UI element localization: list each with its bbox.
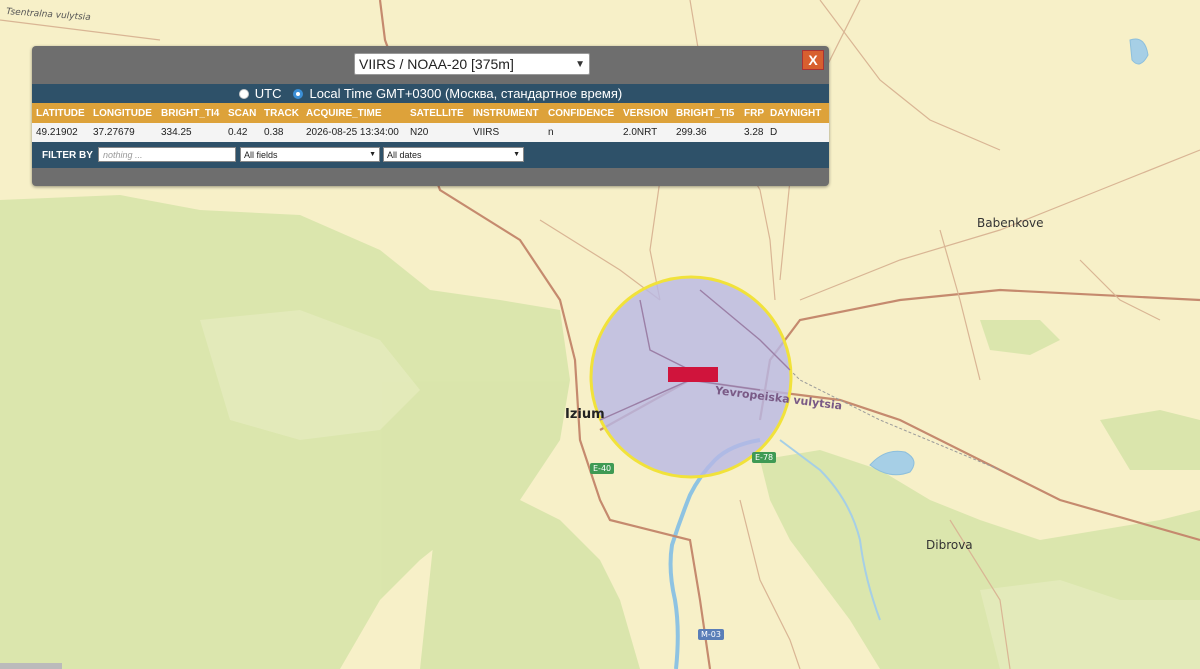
filter-label: FILTER BY [42, 149, 93, 161]
local-time-label: Local Time GMT+0300 (Москва, стандартное… [309, 86, 623, 101]
time-zone-bar: UTC Local Time GMT+0300 (Москва, стандар… [32, 84, 829, 103]
dataset-select-value: VIIRS / NOAA-20 [375m] [359, 56, 514, 72]
utc-radio[interactable] [238, 88, 249, 99]
field-select-value: All fields [244, 149, 278, 160]
cell-version: 2.0NRT [623, 127, 658, 138]
col-version[interactable]: VERSION [623, 103, 668, 123]
close-button[interactable]: X [802, 50, 824, 70]
date-select[interactable]: All dates ▼ [383, 147, 524, 162]
col-confidence[interactable]: CONFIDENCE [548, 103, 614, 123]
local-time-radio[interactable] [293, 88, 304, 99]
col-daynight[interactable]: DAYNIGHT [770, 103, 821, 123]
fire-info-panel: VIIRS / NOAA-20 [375m] ▼ X UTC Local Tim… [32, 46, 829, 186]
col-frp[interactable]: FRP [744, 103, 764, 123]
col-track[interactable]: TRACK [264, 103, 299, 123]
dataset-select[interactable]: VIIRS / NOAA-20 [375m] ▼ [354, 53, 590, 75]
col-acquire-time[interactable]: ACQUIRE_TIME [306, 103, 382, 123]
table-row[interactable]: 49.21902 37.27679 334.25 0.42 0.38 2026-… [32, 123, 829, 142]
shield-m03: M-03 [698, 629, 724, 640]
cell-track: 0.38 [264, 127, 284, 138]
place-dibrova: Dibrova [926, 538, 973, 552]
fire-detection-marker [668, 367, 718, 382]
utc-label: UTC [254, 86, 282, 101]
place-babenkove: Babenkove [977, 216, 1044, 230]
cell-satellite: N20 [410, 127, 429, 138]
col-latitude[interactable]: LATITUDE [36, 103, 85, 123]
filter-input[interactable]: nothing ... [98, 147, 236, 162]
cell-daynight: D [770, 127, 778, 138]
col-scan[interactable]: SCAN [228, 103, 256, 123]
cell-longitude: 37.27679 [93, 127, 135, 138]
filter-bar: FILTER BY nothing ... All fields ▼ All d… [32, 142, 829, 168]
place-izium: Izium [565, 407, 605, 422]
col-instrument[interactable]: INSTRUMENT [473, 103, 539, 123]
chevron-down-icon: ▼ [575, 58, 585, 70]
shield-e40: E-40 [590, 463, 615, 474]
cell-instrument: VIIRS [473, 127, 500, 138]
cell-bright-ti5: 299.36 [676, 127, 707, 138]
table-header: LATITUDE LONGITUDE BRIGHT_TI4 SCAN TRACK… [32, 103, 829, 123]
cell-acquire-time: 2026-08-25 13:34:00 [306, 127, 399, 138]
chevron-down-icon: ▼ [513, 151, 520, 158]
col-longitude[interactable]: LONGITUDE [93, 103, 152, 123]
map-scale-control [0, 663, 62, 669]
cell-frp: 3.28 [744, 127, 764, 138]
date-select-value: All dates [387, 149, 422, 160]
cell-scan: 0.42 [228, 127, 248, 138]
cell-latitude: 49.21902 [36, 127, 78, 138]
chevron-down-icon: ▼ [369, 151, 376, 158]
cell-confidence: n [548, 127, 554, 138]
field-select[interactable]: All fields ▼ [240, 147, 380, 162]
col-satellite[interactable]: SATELLITE [410, 103, 464, 123]
shield-e78: E-78 [752, 452, 777, 463]
col-bright-ti5[interactable]: BRIGHT_TI5 [676, 103, 734, 123]
cell-bright-ti4: 334.25 [161, 127, 192, 138]
col-bright-ti4[interactable]: BRIGHT_TI4 [161, 103, 219, 123]
